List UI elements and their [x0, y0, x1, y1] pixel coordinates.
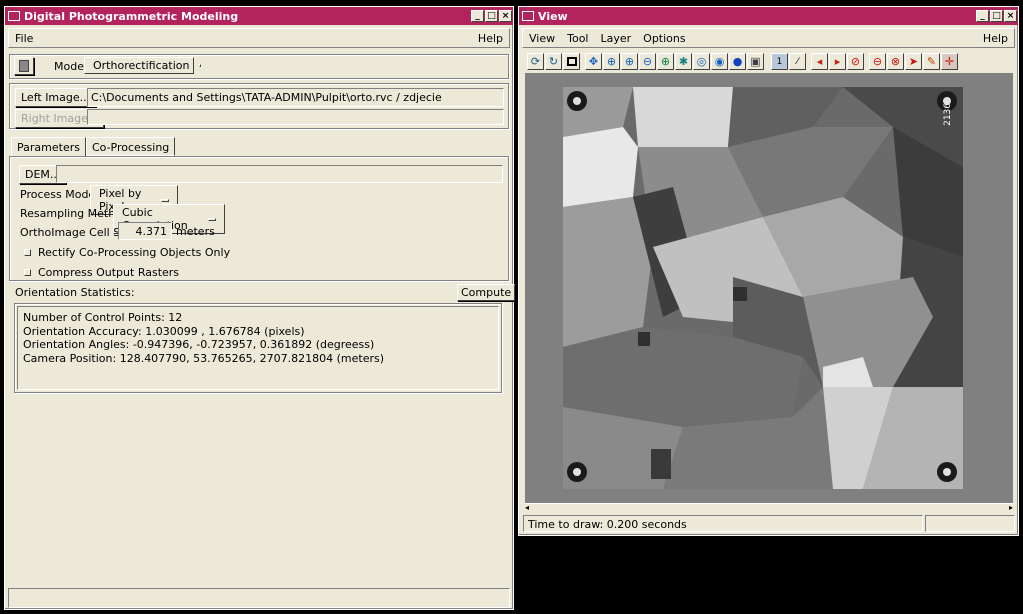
select-icon[interactable]: ➤ — [905, 53, 922, 70]
left-image-path[interactable]: C:\Documents and Settings\TATA-ADMIN\Pul… — [87, 88, 504, 107]
photogrammetric-window: Digital Photogrammetric Modeling _ □ × F… — [4, 6, 516, 610]
map-canvas[interactable]: 2136 — [525, 73, 1013, 503]
stop-icon[interactable]: ⊗ — [887, 53, 904, 70]
image-selection-panel: Left Image... C:\Documents and Settings\… — [9, 83, 509, 129]
pan-icon[interactable]: ✥ — [585, 53, 602, 70]
rectify-label: Rectify Co-Processing Objects Only — [38, 246, 231, 259]
mode-value: Orthorectification — [93, 59, 190, 72]
zoom-in-icon[interactable]: ⊕ — [621, 53, 638, 70]
dem-value[interactable] — [56, 165, 503, 183]
cell-size-input[interactable]: 4.371 — [118, 222, 172, 240]
zoom-cursor-icon[interactable]: ◎ — [693, 53, 710, 70]
redraw-all-icon[interactable]: ↻ — [545, 53, 562, 70]
status-time-to-draw: Time to draw: 0.200 seconds — [523, 515, 923, 532]
close-icon[interactable]: × — [1004, 10, 1017, 22]
menu-bar: View Tool Layer Options Help — [522, 28, 1015, 48]
tab-parameters[interactable]: Parameters — [11, 137, 86, 156]
dropdown-indicator-icon — [161, 198, 169, 202]
mode-dropdown[interactable]: Orthorectification — [84, 57, 202, 74]
view-status-bar: Time to draw: 0.200 seconds — [523, 515, 1015, 532]
tab-co-processing[interactable]: Co-Processing — [85, 137, 176, 156]
georef-icon[interactable]: ◉ — [711, 53, 728, 70]
zoom-layer-icon[interactable]: ⊕ — [657, 53, 674, 70]
window-title: Digital Photogrammetric Modeling — [24, 9, 239, 23]
dropdown-indicator-icon — [199, 64, 202, 67]
scroll-right-icon[interactable]: ▸ — [1009, 504, 1013, 512]
compute-button[interactable]: Compute — [457, 284, 516, 301]
compress-checkbox-row[interactable]: Compress Output Rasters — [24, 266, 179, 279]
system-menu-icon[interactable] — [8, 11, 20, 21]
horizontal-scrollbar[interactable]: ◂ ▸ — [525, 503, 1013, 512]
parameters-panel: DEM... Process Mode: Pixel by Pixel Resa… — [9, 156, 509, 281]
photo-frame-number: 2136 — [943, 103, 953, 126]
compress-label: Compress Output Rasters — [38, 266, 180, 279]
cell-size-unit: meters — [176, 225, 215, 238]
next-view-icon[interactable]: ▸ — [829, 53, 846, 70]
menu-file[interactable]: File — [15, 32, 33, 45]
mode-label: Mode: — [54, 60, 88, 73]
zoom-out-red-icon[interactable]: ⊖ — [869, 53, 886, 70]
minimize-icon[interactable]: _ — [976, 10, 989, 22]
document-icon — [19, 60, 29, 72]
status-field-empty — [925, 515, 1015, 532]
cancel-icon[interactable]: ⊘ — [847, 53, 864, 70]
scroll-left-icon[interactable]: ◂ — [525, 504, 529, 512]
menu-layer[interactable]: Layer — [600, 32, 631, 45]
stats-line: Number of Control Points: 12 — [23, 311, 183, 324]
stats-line: Orientation Accuracy: 1.030099 , 1.67678… — [23, 324, 305, 338]
stats-line: Camera Position: 128.407790, 53.765265, … — [23, 351, 385, 365]
aerial-photo — [563, 87, 963, 489]
view-toolbar: ⟳ ↻ ✥ ⊕ ⊕ ⊖ ⊕ ✱ ◎ ◉ ● ▣ 1 ⁄ ◂ ▸ ⊘ ⊖ ⊗ ➤ … — [527, 53, 1013, 71]
menu-help[interactable]: Help — [478, 32, 503, 45]
mode-row: Mode: Orthorectification — [9, 54, 509, 79]
stats-line: Orientation Angles: -0.947396, -0.723957… — [23, 338, 375, 351]
left-image-button[interactable]: Left Image... — [15, 88, 97, 107]
edit-tool-icon[interactable]: ✎ — [923, 53, 940, 70]
stats-list: Number of Control Points: 12 Orientation… — [17, 306, 499, 390]
zoom-box-icon[interactable]: ⊕ — [603, 53, 620, 70]
crosshair-icon[interactable]: ✛ — [941, 53, 958, 70]
close-icon[interactable]: × — [499, 10, 512, 22]
rectify-checkbox[interactable] — [24, 249, 31, 256]
scale-icon[interactable]: ● — [729, 53, 746, 70]
zoom-out-icon[interactable]: ⊖ — [639, 53, 656, 70]
menu-view[interactable]: View — [529, 32, 555, 45]
redraw-icon[interactable]: ⟳ — [527, 53, 544, 70]
maximize-icon[interactable]: □ — [990, 10, 1003, 22]
status-bar — [8, 588, 510, 608]
right-image-path[interactable] — [87, 109, 504, 125]
orientation-stats-box: Number of Control Points: 12 Orientation… — [14, 303, 502, 393]
menu-options[interactable]: Options — [643, 32, 685, 45]
maximize-icon[interactable]: □ — [485, 10, 498, 22]
compress-checkbox[interactable] — [24, 269, 31, 276]
menu-help[interactable]: Help — [983, 32, 1008, 45]
one-to-one-icon[interactable]: 1 — [771, 53, 788, 70]
window-title: View — [538, 9, 568, 23]
snapshot-icon[interactable]: ▣ — [747, 53, 764, 70]
tab-strip: Parameters Co-Processing — [11, 137, 176, 156]
rectify-checkbox-row[interactable]: Rectify Co-Processing Objects Only — [24, 246, 230, 259]
process-mode-label: Process Mode: — [20, 188, 99, 201]
zoom-full-icon[interactable]: ✱ — [675, 53, 692, 70]
orientation-stats-label: Orientation Statistics: — [15, 286, 135, 299]
measure-icon[interactable]: ⁄ — [789, 53, 806, 70]
menu-bar: File Help — [8, 28, 510, 48]
minimize-icon[interactable]: _ — [471, 10, 484, 22]
view-window: View _ □ × View Tool Layer Options Help … — [518, 6, 1019, 536]
dropdown-indicator-icon — [207, 217, 216, 221]
system-menu-icon[interactable] — [522, 11, 534, 21]
menu-tool[interactable]: Tool — [567, 32, 588, 45]
prev-view-icon[interactable]: ◂ — [811, 53, 828, 70]
title-bar[interactable]: Digital Photogrammetric Modeling _ □ × — [5, 7, 513, 25]
mode-icon-button[interactable] — [14, 57, 34, 75]
extents-icon[interactable] — [563, 53, 580, 70]
title-bar[interactable]: View _ □ × — [519, 7, 1018, 25]
